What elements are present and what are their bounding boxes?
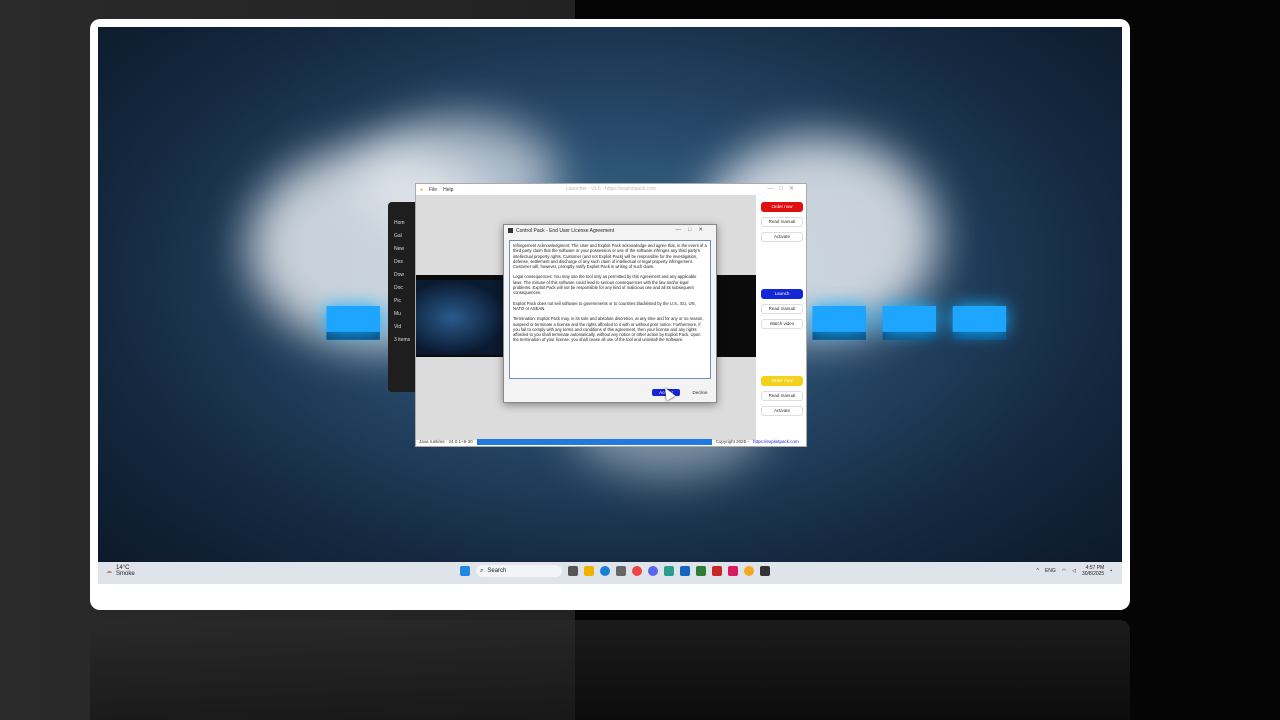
eula-textarea[interactable]: Infringement Acknowledgment: The User an… — [509, 240, 711, 379]
launcher-statusbar: Java runtime : 24.0.1+9-30 Copyright 202… — [416, 437, 809, 446]
clock-date: 30/8/2025 — [1081, 571, 1105, 577]
java-app-icon[interactable] — [760, 566, 770, 576]
taskbar-search[interactable]: ⌕ Search — [476, 565, 562, 577]
app-logo-icon: ● — [420, 186, 424, 193]
screen-reflection — [90, 620, 1130, 720]
order-now-button[interactable]: Order now — [761, 376, 803, 386]
menu-file[interactable]: File — [429, 187, 437, 193]
launcher-taskbar-icon[interactable] — [744, 566, 754, 576]
chevron-up-icon[interactable]: ^ — [1037, 568, 1039, 574]
app-icon[interactable] — [664, 566, 674, 576]
app-icon[interactable] — [712, 566, 722, 576]
language-indicator[interactable]: ENG — [1045, 568, 1056, 574]
launcher-side-panel: Order now Read manual Activate Launch Re… — [761, 202, 803, 421]
eula-paragraph: Infringement Acknowledgment: The User an… — [513, 243, 707, 270]
eagle-image — [416, 280, 506, 355]
volume-icon[interactable]: ◁ — [1072, 568, 1076, 574]
app-icon — [508, 228, 513, 233]
menu-help[interactable]: Help — [443, 187, 453, 193]
app-icon[interactable] — [728, 566, 738, 576]
weather-desc: Smoke — [116, 571, 135, 577]
weather-icon: ☁ — [106, 568, 112, 575]
edge-icon[interactable] — [600, 566, 610, 576]
taskbar-apps: ⌕ Search — [460, 565, 770, 577]
read-manual-button[interactable]: Read manual — [761, 217, 803, 227]
chrome-icon[interactable] — [632, 566, 642, 576]
activate-button[interactable]: Activate — [761, 406, 803, 416]
eula-title: Control Pack - End User License Agreemen… — [516, 227, 615, 234]
eula-paragraph: Legal consequences: You may use the tool… — [513, 274, 697, 296]
file-explorer-icon[interactable] — [584, 566, 594, 576]
app-icon[interactable] — [680, 566, 690, 576]
taskbar: ☁ 14°C Smoke ⌕ Search ^ ENG ◠ ◁ 4:57 PM … — [98, 562, 1122, 584]
wallpaper-logo-right: ▬▬▬ — [806, 272, 1017, 354]
eula-paragraph: Termination: Exploit Pack may, in its so… — [513, 316, 704, 343]
desktop-screen: ▬▬▬ ▬▬▬ Hom Gal New Des Dow Doc Pic Mu V… — [98, 27, 1122, 584]
activate-button[interactable]: Activate — [761, 232, 803, 242]
java-runtime-label: Java runtime : 24.0.1+9-30 — [419, 439, 473, 444]
read-manual-button[interactable]: Read manual — [761, 304, 803, 314]
notification-icon[interactable]: ▪ — [1110, 568, 1112, 574]
progress-bar — [476, 438, 712, 445]
website-link[interactable]: https://exploitpack.com — [753, 439, 799, 444]
search-icon: ⌕ — [480, 567, 484, 574]
eula-paragraph: Exploit Pack does not sell software to g… — [513, 300, 696, 311]
watch-video-button[interactable]: Watch video — [761, 319, 803, 329]
weather-widget[interactable]: ☁ 14°C Smoke — [106, 565, 135, 577]
eula-dialog: Control Pack - End User License Agreemen… — [503, 224, 717, 403]
task-view-icon[interactable] — [568, 566, 578, 576]
store-icon[interactable] — [616, 566, 626, 576]
clock[interactable]: 4:57 PM 30/8/2025 — [1082, 565, 1104, 577]
start-icon[interactable] — [460, 566, 470, 576]
app-icon[interactable] — [696, 566, 706, 576]
launcher-title: Launcher - v1.5 - https://exploitpack.co… — [566, 186, 657, 192]
wifi-icon[interactable]: ◠ — [1062, 568, 1066, 574]
order-now-button[interactable]: Order now — [761, 202, 803, 212]
search-placeholder: Search — [487, 568, 507, 574]
copyright-label: Copyright 2025 - — [715, 439, 749, 444]
eula-window-controls[interactable]: —□✕ — [676, 227, 710, 233]
window-controls[interactable]: —□✕ — [767, 185, 800, 192]
decline-button[interactable]: Decline — [688, 389, 712, 396]
read-manual-button[interactable]: Read manual — [761, 391, 803, 401]
launch-button[interactable]: Launch — [761, 289, 803, 299]
system-tray: ^ ENG ◠ ◁ 4:57 PM 30/8/2025 ▪ — [1037, 565, 1112, 577]
discord-icon[interactable] — [648, 566, 658, 576]
